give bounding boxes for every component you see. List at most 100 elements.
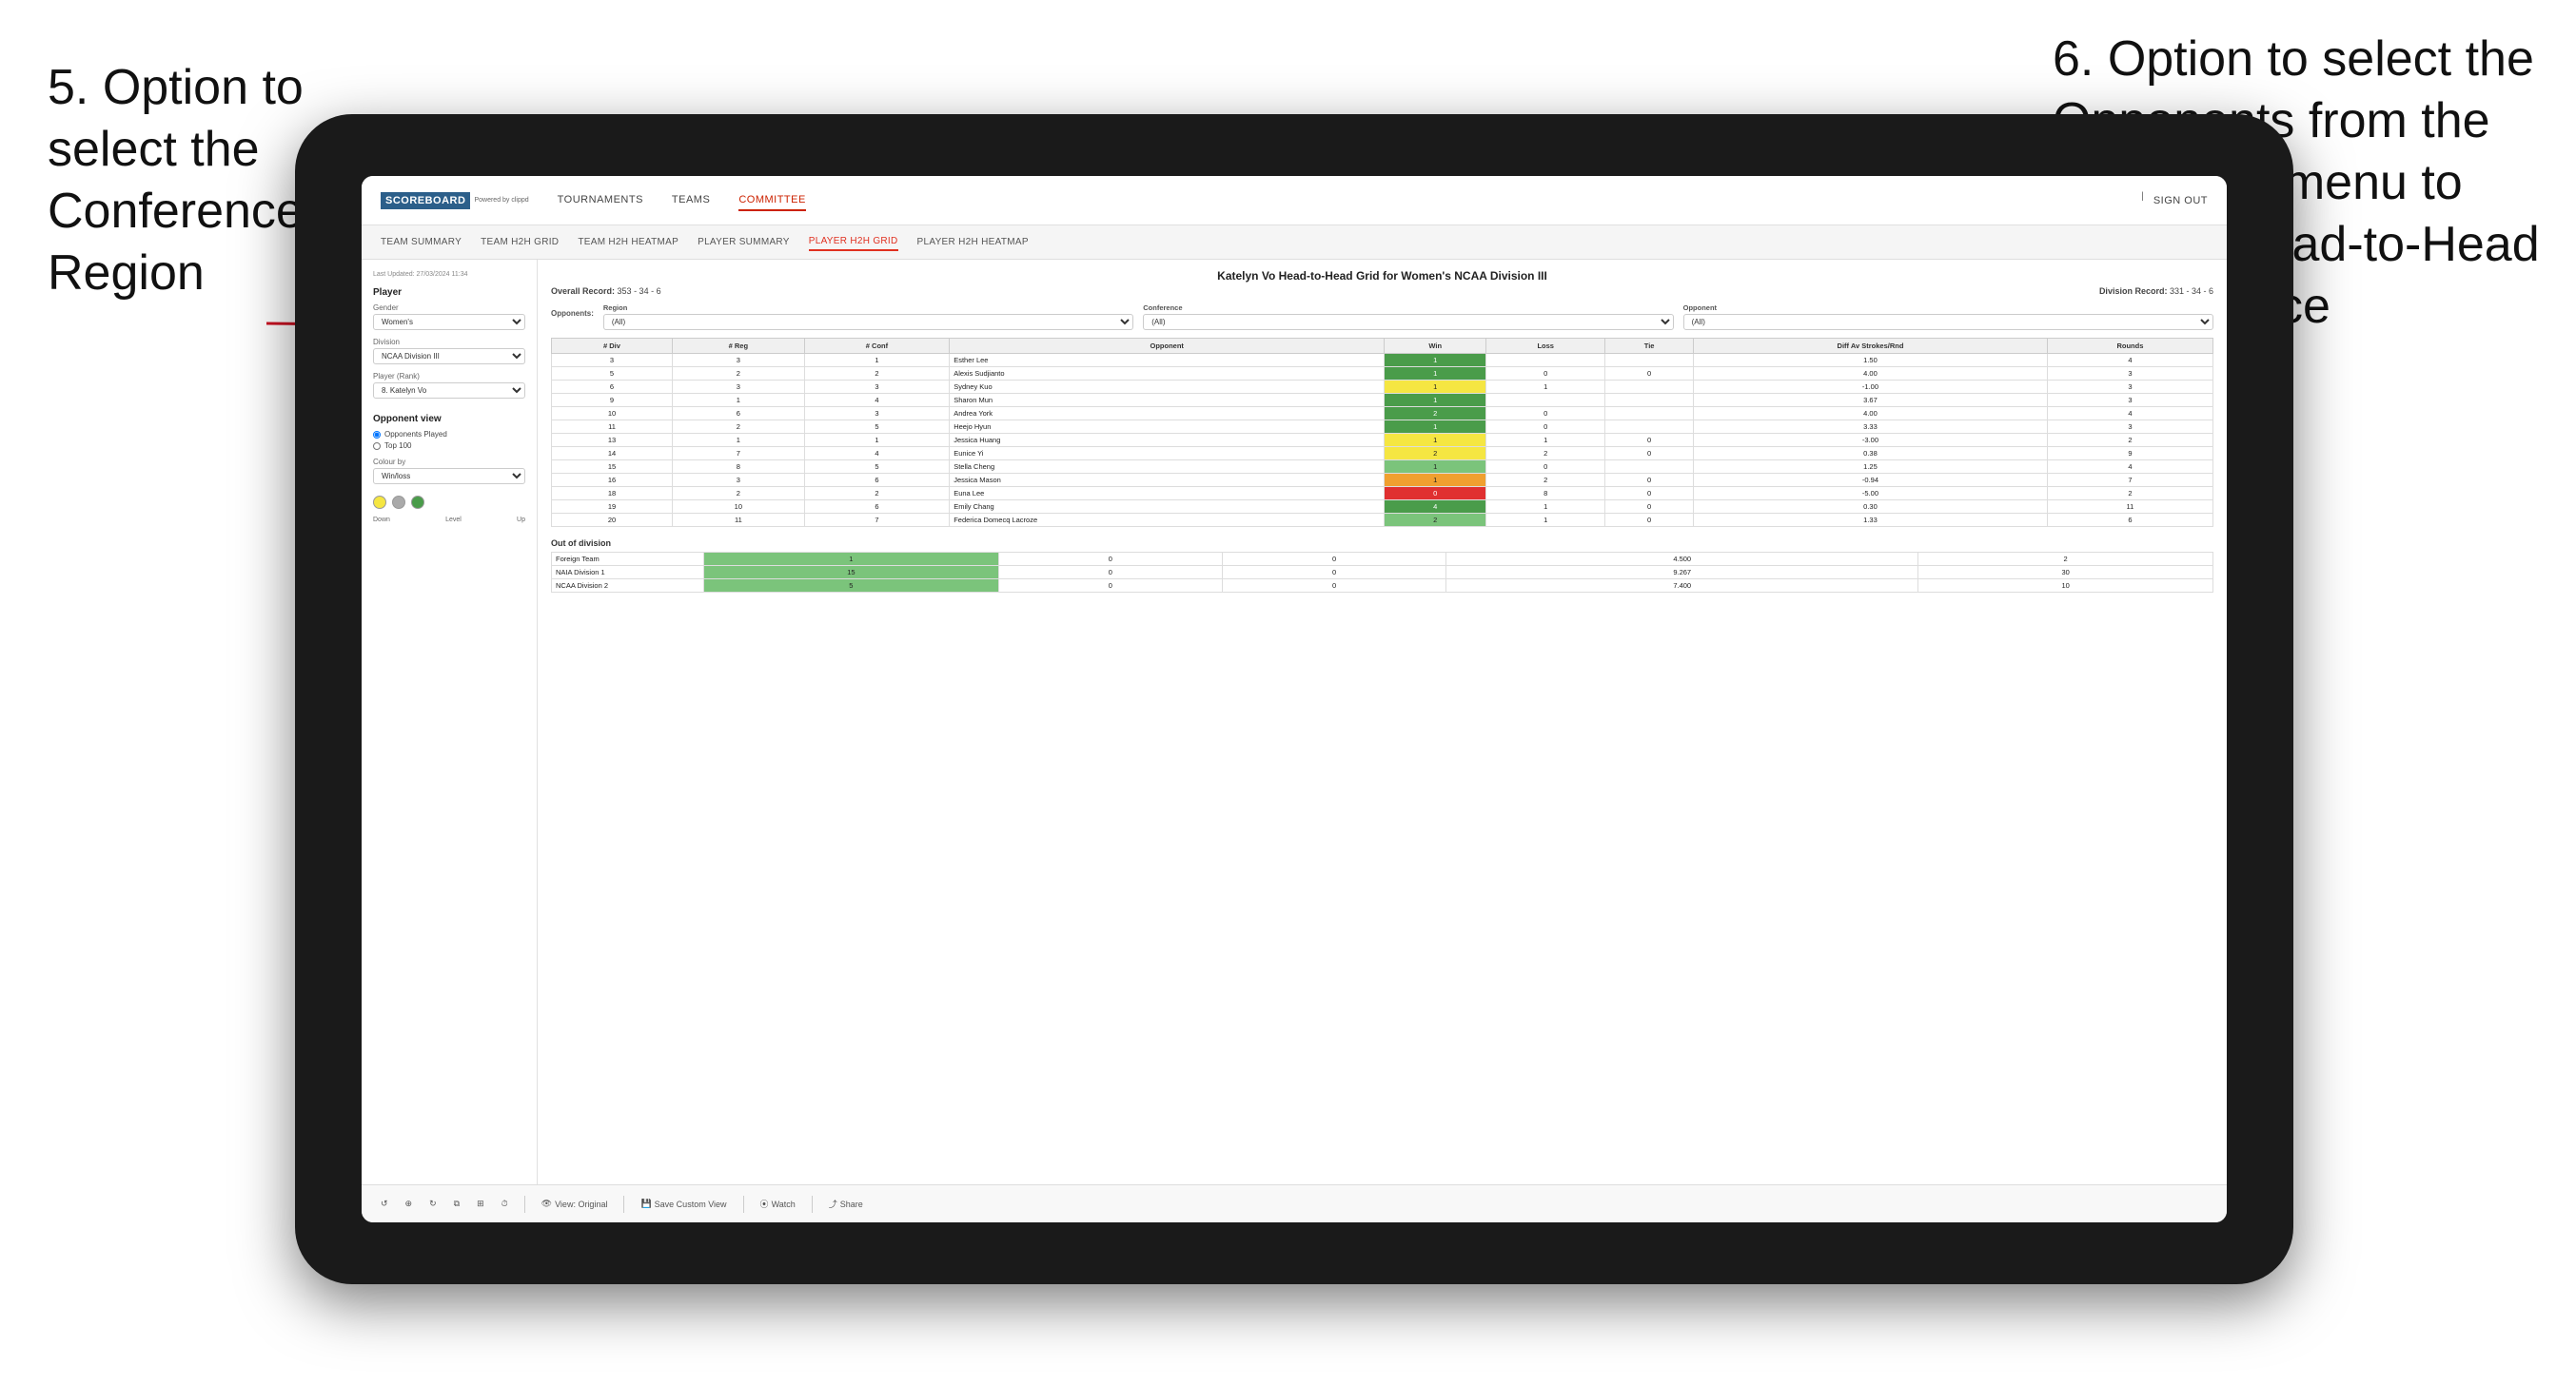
ood-cell-loss: 0 bbox=[998, 579, 1222, 593]
colour-level-label: Level bbox=[445, 517, 462, 523]
radio-opponents-played[interactable]: Opponents Played bbox=[373, 430, 525, 439]
ood-cell-diff: 4.500 bbox=[1446, 553, 1918, 566]
cell-div: 19 bbox=[552, 500, 673, 514]
cell-conf: 4 bbox=[804, 394, 949, 407]
view-icon: 👁 bbox=[541, 1199, 552, 1209]
cell-reg: 10 bbox=[672, 500, 804, 514]
toolbar-paste[interactable]: ⊞ bbox=[472, 1197, 489, 1211]
cell-conf: 6 bbox=[804, 500, 949, 514]
cell-div: 6 bbox=[552, 381, 673, 394]
sidebar-gender-select[interactable]: Women's bbox=[373, 314, 525, 330]
filter-opponent-select[interactable]: (All) bbox=[1683, 314, 2213, 330]
table-row: 10 6 3 Andrea York 2 0 4.00 4 bbox=[552, 407, 2213, 420]
sub-nav: TEAM SUMMARY TEAM H2H GRID TEAM H2H HEAT… bbox=[362, 225, 2227, 260]
table-row: 3 3 1 Esther Lee 1 1.50 4 bbox=[552, 354, 2213, 367]
filter-region-select[interactable]: (All) bbox=[603, 314, 1133, 330]
toolbar-share[interactable]: ⤴ Share bbox=[824, 1196, 868, 1212]
cell-div: 15 bbox=[552, 460, 673, 474]
radio-top100[interactable]: Top 100 bbox=[373, 441, 525, 450]
nav-item-teams[interactable]: TEAMS bbox=[672, 190, 710, 211]
ood-cell-rounds: 2 bbox=[1918, 553, 2213, 566]
nav-item-committee[interactable]: COMMITTEE bbox=[738, 190, 806, 211]
table-row: 14 7 4 Eunice Yi 2 2 0 0.38 9 bbox=[552, 447, 2213, 460]
tablet-device: SCOREBOARD Powered by clippd TOURNAMENTS… bbox=[295, 114, 2293, 1284]
logo-text: SCOREBOARD bbox=[385, 195, 465, 206]
toolbar-save-custom[interactable]: 💾 Save Custom View bbox=[636, 1197, 731, 1211]
sidebar-division-select[interactable]: NCAA Division III bbox=[373, 348, 525, 364]
table-row: 16 3 6 Jessica Mason 1 2 0 -0.94 7 bbox=[552, 474, 2213, 487]
ood-table-row: NAIA Division 1 15 0 0 9.267 30 bbox=[552, 566, 2213, 579]
view-original-label: View: Original bbox=[555, 1200, 607, 1209]
toolbar-view-original[interactable]: 👁 View: Original bbox=[537, 1197, 613, 1211]
cell-diff: 0.30 bbox=[1694, 500, 2048, 514]
toolbar-divider2 bbox=[623, 1196, 624, 1213]
table-row: 13 1 1 Jessica Huang 1 1 0 -3.00 2 bbox=[552, 434, 2213, 447]
cell-reg: 3 bbox=[672, 474, 804, 487]
sub-nav-player-summary[interactable]: PLAYER SUMMARY bbox=[698, 234, 790, 250]
ood-cell-opponent: NCAA Division 2 bbox=[552, 579, 704, 593]
ood-cell-tie: 0 bbox=[1222, 579, 1445, 593]
sub-nav-team-h2h-heatmap[interactable]: TEAM H2H HEATMAP bbox=[578, 234, 678, 250]
toolbar-watch[interactable]: ⦿ Watch bbox=[756, 1196, 800, 1212]
toolbar-btn2[interactable]: ⊕ bbox=[401, 1197, 418, 1211]
col-header-win: Win bbox=[1385, 339, 1486, 354]
toolbar-clock[interactable]: ⏱ bbox=[497, 1197, 513, 1211]
watch-icon: ⦿ bbox=[760, 1198, 769, 1210]
opponents-row: Opponents: bbox=[551, 309, 594, 318]
cell-conf: 5 bbox=[804, 420, 949, 434]
opponents-label: Opponents: bbox=[551, 309, 594, 318]
sidebar-opponent-view-title: Opponent view bbox=[373, 414, 525, 424]
cell-reg: 3 bbox=[672, 354, 804, 367]
cell-win: 2 bbox=[1385, 407, 1486, 420]
filter-opponent-label: Opponent bbox=[1683, 303, 2213, 312]
col-header-rounds: Rounds bbox=[2047, 339, 2212, 354]
logo-sub: Powered by clippd bbox=[474, 197, 528, 204]
division-record: Division Record: 331 - 34 - 6 bbox=[2099, 286, 2213, 296]
sign-out-link[interactable]: Sign out bbox=[2153, 191, 2208, 210]
filter-conference-select[interactable]: (All) bbox=[1143, 314, 1673, 330]
filter-group-conference: Conference (All) bbox=[1143, 303, 1673, 330]
cell-reg: 2 bbox=[672, 420, 804, 434]
table-row: 11 2 5 Heejo Hyun 1 0 3.33 3 bbox=[552, 420, 2213, 434]
cell-diff: -5.00 bbox=[1694, 487, 2048, 500]
cell-win: 2 bbox=[1385, 514, 1486, 527]
sub-nav-player-h2h-grid[interactable]: PLAYER H2H GRID bbox=[809, 233, 898, 251]
cell-tie bbox=[1605, 420, 1694, 434]
cell-div: 9 bbox=[552, 394, 673, 407]
cell-tie bbox=[1605, 381, 1694, 394]
sidebar-player-rank-select[interactable]: 8. Katelyn Vo bbox=[373, 382, 525, 399]
sidebar: Last Updated: 27/03/2024 11:34 Player Ge… bbox=[362, 260, 538, 1184]
cell-conf: 7 bbox=[804, 514, 949, 527]
watch-label: Watch bbox=[772, 1200, 796, 1209]
toolbar-divider3 bbox=[743, 1196, 744, 1213]
cell-rounds: 3 bbox=[2047, 420, 2212, 434]
sub-nav-player-h2h-heatmap[interactable]: PLAYER H2H HEATMAP bbox=[917, 234, 1029, 250]
colour-down-label: Down bbox=[373, 517, 390, 523]
overall-record: Overall Record: 353 - 34 - 6 bbox=[551, 286, 661, 296]
sidebar-colour-by-select[interactable]: Win/loss bbox=[373, 468, 525, 484]
cell-reg: 1 bbox=[672, 394, 804, 407]
toolbar-undo[interactable]: ↺ bbox=[376, 1197, 393, 1211]
toolbar-divider bbox=[524, 1196, 525, 1213]
nav-item-tournaments[interactable]: TOURNAMENTS bbox=[558, 190, 643, 211]
cell-conf: 2 bbox=[804, 367, 949, 381]
sidebar-gender-label: Gender bbox=[373, 303, 525, 312]
cell-div: 18 bbox=[552, 487, 673, 500]
cell-diff: 1.33 bbox=[1694, 514, 2048, 527]
cell-reg: 11 bbox=[672, 514, 804, 527]
filter-region-label: Region bbox=[603, 303, 1133, 312]
bottom-toolbar: ↺ ⊕ ↻ ⧉ ⊞ ⏱ 👁 View: Original 💾 Save Cust… bbox=[362, 1184, 2227, 1222]
cell-win: 4 bbox=[1385, 500, 1486, 514]
cell-opponent: Euna Lee bbox=[950, 487, 1385, 500]
sub-nav-team-h2h-grid[interactable]: TEAM H2H GRID bbox=[481, 234, 559, 250]
filter-group-region: Region (All) bbox=[603, 303, 1133, 330]
ood-cell-win: 1 bbox=[704, 553, 999, 566]
toolbar-redo[interactable]: ↻ bbox=[424, 1197, 442, 1211]
cell-div: 13 bbox=[552, 434, 673, 447]
toolbar-copy[interactable]: ⧉ bbox=[449, 1197, 464, 1211]
sub-nav-team-summary[interactable]: TEAM SUMMARY bbox=[381, 234, 462, 250]
ood-table-row: Foreign Team 1 0 0 4.500 2 bbox=[552, 553, 2213, 566]
cell-loss bbox=[1486, 354, 1605, 367]
share-label: Share bbox=[840, 1200, 863, 1209]
cell-div: 11 bbox=[552, 420, 673, 434]
